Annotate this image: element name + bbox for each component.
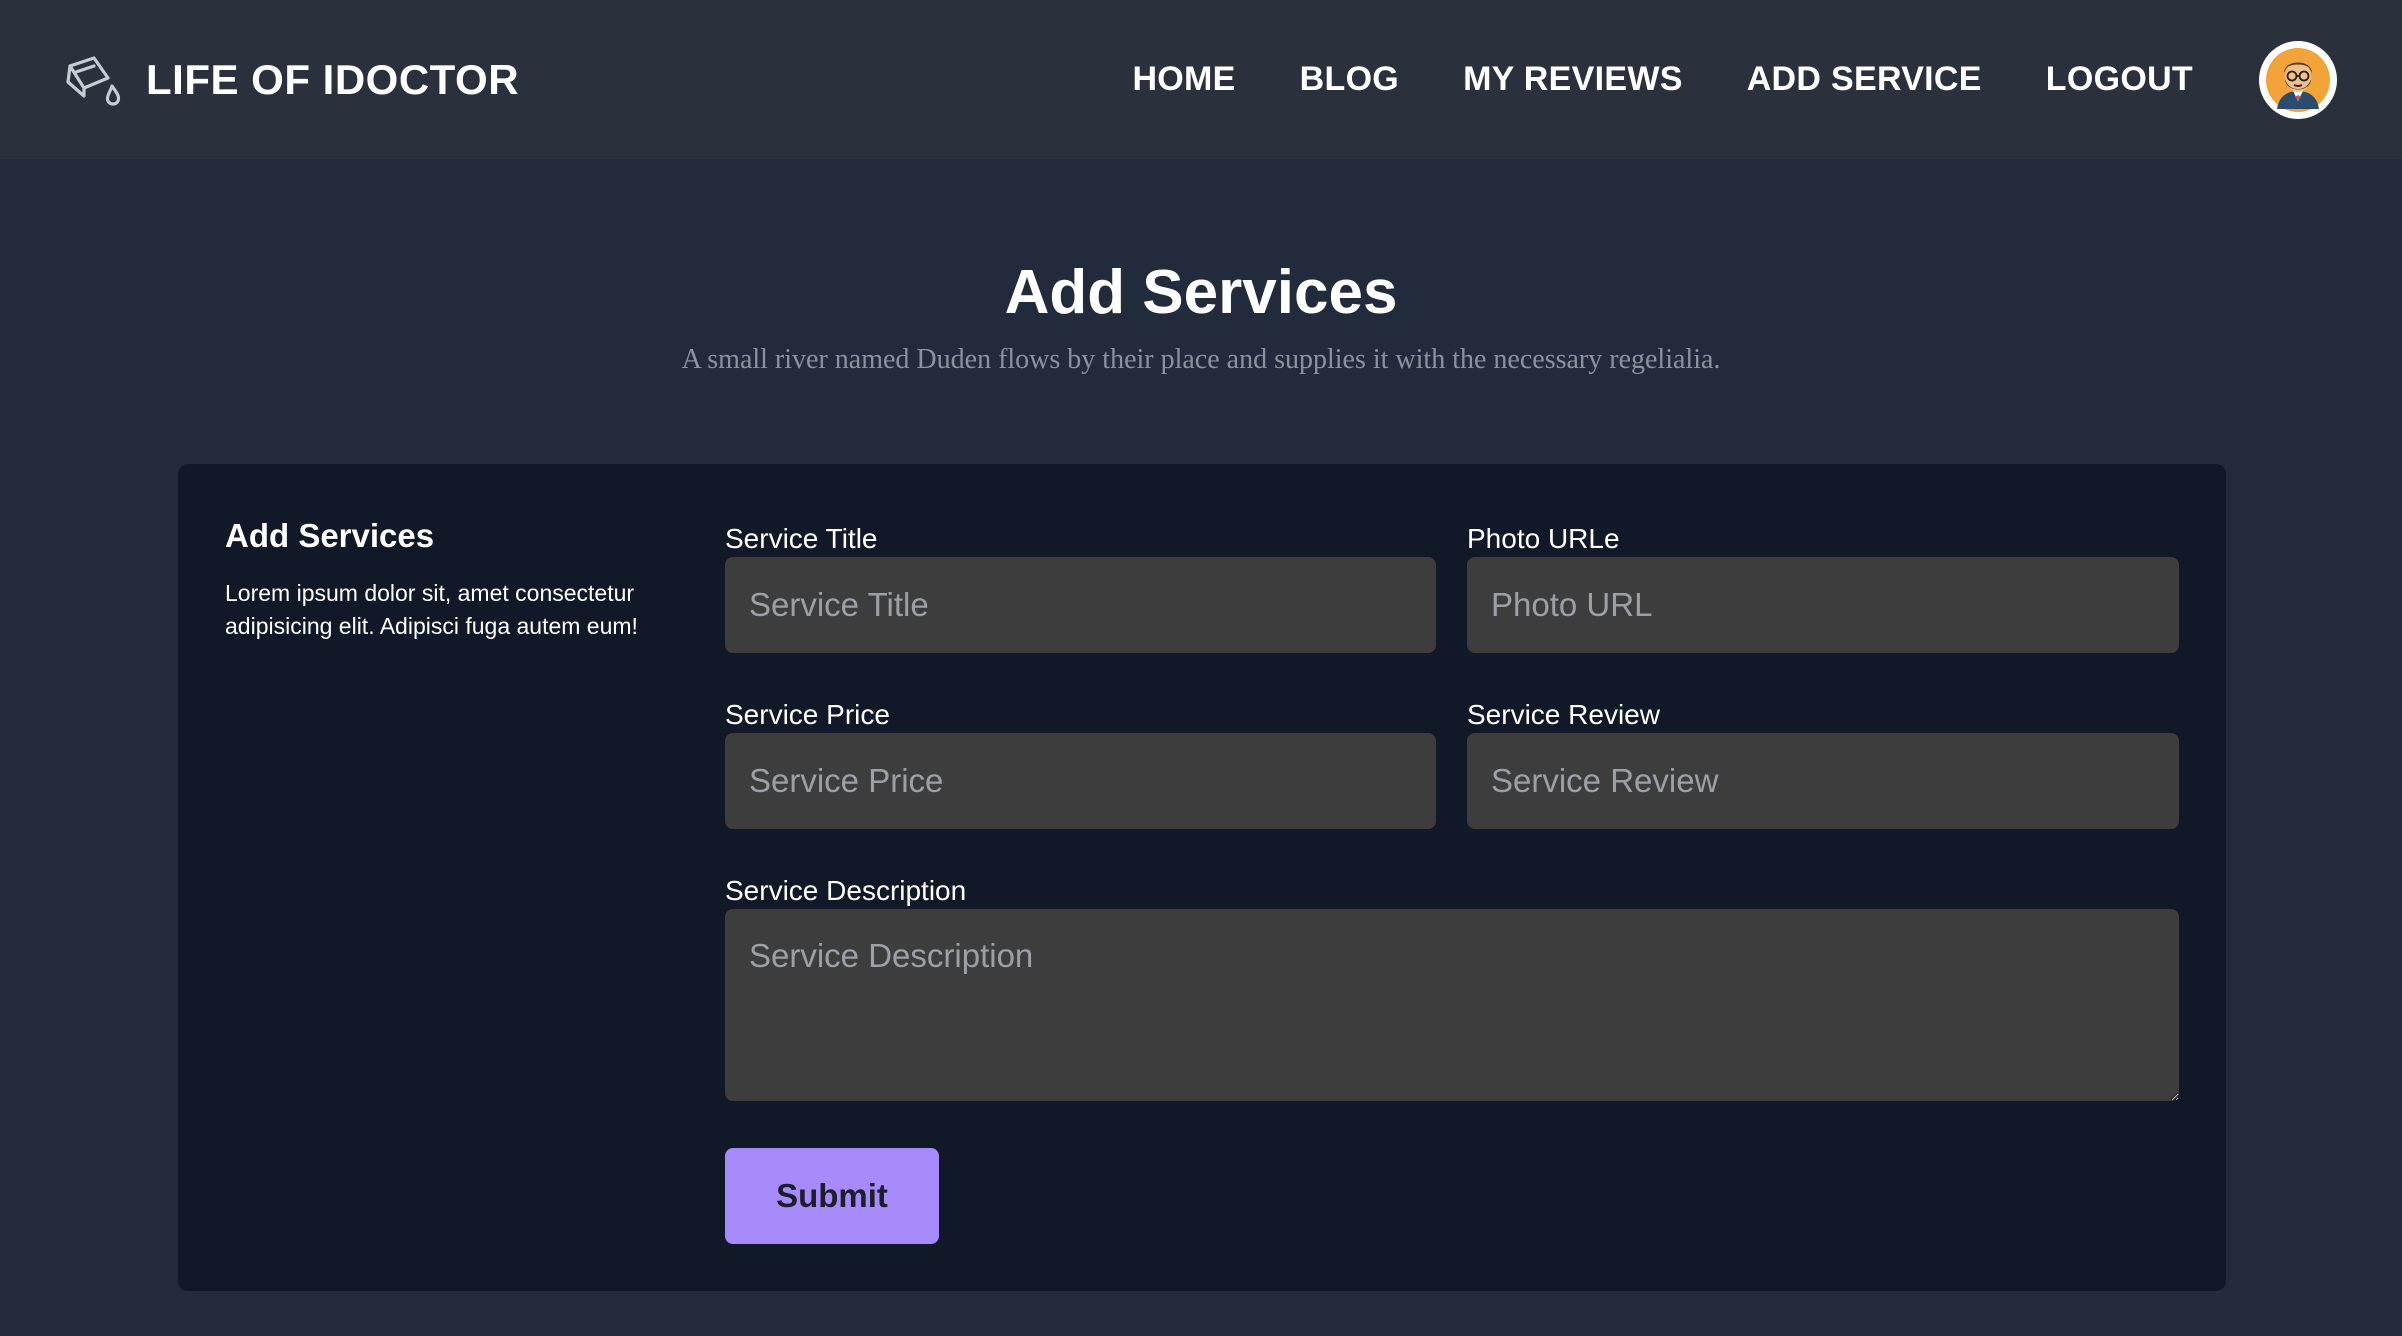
nav-link-my-reviews[interactable]: MY REVIEWS	[1463, 60, 1683, 99]
photo-url-input[interactable]	[1467, 557, 2179, 653]
navbar: LIFE OF IDOCTOR HOME BLOG MY REVIEWS ADD…	[0, 0, 2402, 159]
service-review-group: Service Review	[1467, 697, 2179, 829]
service-price-input[interactable]	[725, 733, 1436, 829]
form-heading: Add Services	[225, 517, 435, 554]
service-review-input[interactable]	[1467, 733, 2179, 829]
service-description-label: Service Description	[725, 875, 967, 906]
photo-url-group: Photo URLe	[1467, 521, 2179, 653]
nav-link-logout[interactable]: LOGOUT	[2046, 60, 2193, 99]
form-description: Lorem ipsum dolor sit, amet consectetur …	[225, 580, 638, 639]
brand-name: LIFE OF IDOCTOR	[146, 55, 520, 103]
service-title-group: Service Title	[725, 521, 1436, 653]
add-service-card: Add Services Lorem ipsum dolor sit, amet…	[178, 464, 2226, 1291]
photo-url-label: Photo URLe	[1467, 523, 1620, 554]
main-nav: HOME BLOG MY REVIEWS ADD SERVICE LOGOUT	[1132, 60, 2193, 99]
service-price-group: Service Price	[725, 697, 1436, 829]
service-review-label: Service Review	[1467, 699, 1660, 730]
page-subtitle: A small river named Duden flows by their…	[681, 344, 1721, 375]
nav-link-blog[interactable]: BLOG	[1300, 60, 1399, 99]
submit-button[interactable]: Submit	[725, 1148, 939, 1244]
brand-logo-link[interactable]: LIFE OF IDOCTOR	[64, 52, 519, 108]
service-title-input[interactable]	[725, 557, 1436, 653]
service-description-textarea[interactable]	[725, 909, 2179, 1101]
page-header: Add Services A small river named Duden f…	[0, 256, 2402, 376]
nav-link-home[interactable]: HOME	[1132, 60, 1235, 99]
service-price-label: Service Price	[725, 699, 890, 730]
form-intro: Add Services Lorem ipsum dolor sit, amet…	[225, 517, 675, 643]
user-avatar-icon[interactable]	[2259, 40, 2337, 119]
nav-link-add-service[interactable]: ADD SERVICE	[1747, 60, 1982, 99]
service-description-group: Service Description	[725, 873, 2179, 1101]
service-title-label: Service Title	[725, 523, 878, 554]
bucket-drop-icon	[64, 52, 124, 108]
page-title: Add Services	[1004, 258, 1398, 327]
